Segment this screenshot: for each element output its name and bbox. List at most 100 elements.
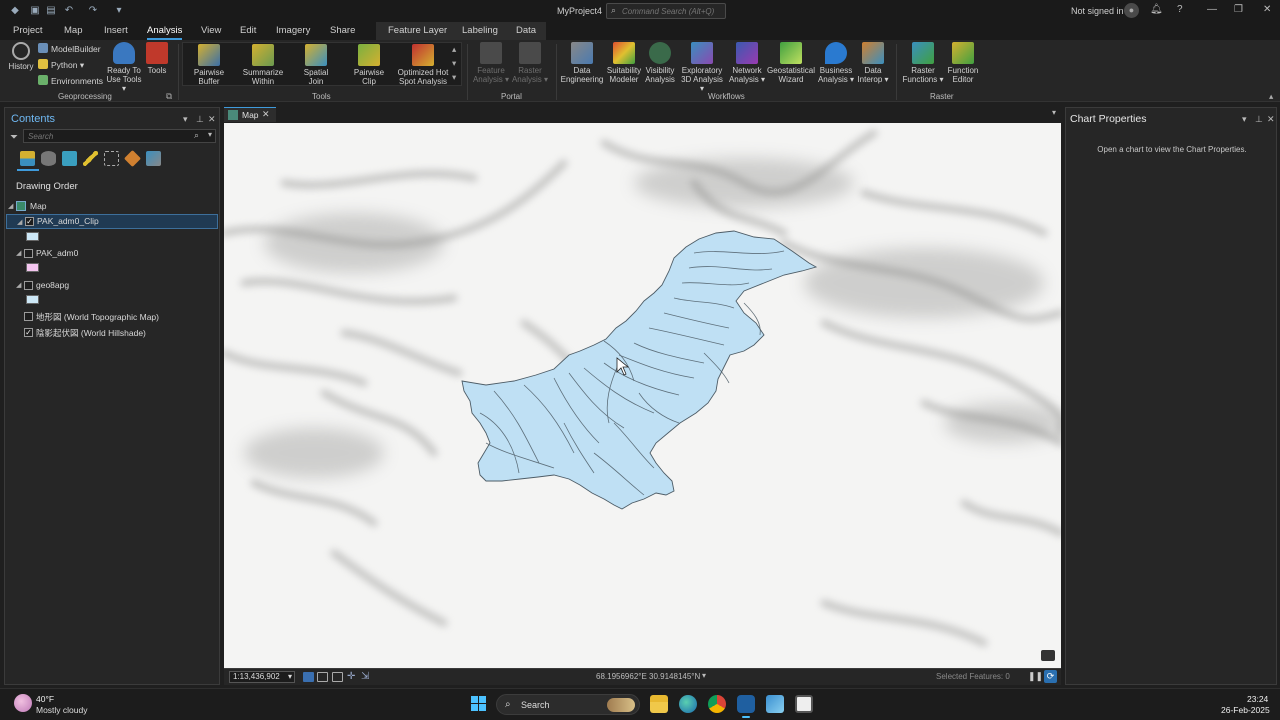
symbol-swatch[interactable]	[26, 232, 39, 241]
optimized-hot-spot-button[interactable]: Optimized Hot Spot Analysis	[396, 44, 450, 86]
scale-selector[interactable]: 1:13,436,902 ▾	[229, 671, 295, 683]
list-by-labeling-icon[interactable]	[124, 150, 141, 167]
auto-hide-icon[interactable]: ⊥	[196, 114, 204, 125]
collapse-icon[interactable]: ◢	[8, 202, 13, 210]
ready-to-use-tools-button[interactable]: Ready To Use Tools ▾	[104, 42, 144, 93]
collapse-icon[interactable]: ◢	[17, 218, 22, 226]
filter-icon[interactable]: ⏷	[10, 132, 18, 143]
python-button[interactable]: Python ▾	[38, 59, 84, 71]
tab-share[interactable]: Share	[330, 25, 355, 36]
view-options-icon[interactable]: ▾	[1052, 108, 1056, 117]
pairwise-clip-button[interactable]: Pairwise Clip	[350, 44, 388, 86]
tab-map[interactable]: Map	[64, 25, 82, 36]
list-by-editing-icon[interactable]	[83, 151, 98, 166]
spatial-join-button[interactable]: Spatial Join	[297, 44, 335, 86]
tab-labeling[interactable]: Labeling	[462, 25, 498, 36]
customize-toolbar-icon[interactable]: ▾	[112, 4, 126, 18]
close-pane-icon[interactable]: ✕	[1267, 114, 1275, 125]
layer-visibility-checkbox[interactable]	[24, 281, 33, 290]
function-editor-button[interactable]: Function Editor	[944, 42, 982, 84]
clock-date[interactable]: 26-Feb-2025	[1221, 705, 1270, 715]
gallery-scroll-down-icon[interactable]: ▾	[452, 58, 456, 69]
pairwise-buffer-button[interactable]: Pairwise Buffer	[190, 44, 228, 86]
environments-button[interactable]: Environments	[38, 75, 103, 86]
layer-visibility-checkbox[interactable]: ✓	[24, 328, 33, 337]
map-canvas[interactable]	[224, 123, 1061, 668]
visibility-analysis-button[interactable]: Visibility Analysis	[642, 42, 678, 84]
exploratory-3d-analysis-button[interactable]: Exploratory 3D Analysis ▾	[678, 42, 726, 93]
raster-functions-button[interactable]: Raster Functions ▾	[902, 42, 944, 84]
refresh-icon[interactable]: ⟳	[1044, 670, 1057, 683]
close-icon[interactable]: ✕	[1263, 4, 1271, 15]
navigation-icon[interactable]: ⇲	[361, 672, 372, 682]
tab-edit[interactable]: Edit	[240, 25, 256, 36]
list-by-perspective-imagery-icon[interactable]	[146, 151, 161, 166]
fixed-zoom-icon[interactable]	[332, 672, 343, 682]
basemap-attribution-icon[interactable]	[1041, 650, 1055, 661]
notifications-icon[interactable]: 🔔︎	[1150, 4, 1163, 15]
contents-search[interactable]: ⌕ ▾	[23, 129, 216, 143]
restore-icon[interactable]: ❐	[1234, 4, 1243, 15]
tab-map-view[interactable]: Map ✕	[224, 107, 276, 122]
geoprocessing-launcher-icon[interactable]: ⧉	[166, 91, 172, 102]
raster-analysis-button[interactable]: Raster Analysis ▾	[511, 42, 549, 84]
snapping-icon[interactable]: ✛	[347, 672, 358, 682]
coordinate-format-icon[interactable]: ▾	[702, 671, 706, 680]
grid-icon[interactable]	[317, 672, 328, 682]
auto-hide-icon[interactable]: ⊥	[1255, 114, 1263, 125]
tab-data[interactable]: Data	[516, 25, 536, 36]
weather-temperature[interactable]: 40°F	[36, 694, 54, 704]
list-by-selection-icon[interactable]	[62, 151, 77, 166]
tab-insert[interactable]: Insert	[104, 25, 128, 36]
command-search-input[interactable]	[622, 5, 722, 17]
clock-time[interactable]: 23:24	[1247, 694, 1268, 704]
gallery-expand-icon[interactable]: ▾	[452, 72, 456, 83]
edge-browser-icon[interactable]	[679, 695, 697, 713]
layer-row-pak-adm0[interactable]: ◢ PAK_adm0	[6, 246, 218, 261]
summarize-within-button[interactable]: Summarize Within	[240, 44, 286, 86]
tab-project[interactable]: Project	[13, 25, 43, 36]
user-avatar-icon[interactable]: ●	[1124, 3, 1139, 18]
layer-row-world-hillshade[interactable]: ✓ 陰影起伏図 (World Hillshade)	[6, 325, 218, 340]
chrome-browser-icon[interactable]	[708, 695, 726, 713]
collapse-icon[interactable]: ◢	[16, 281, 21, 289]
gallery-scroll-up-icon[interactable]: ▴	[452, 44, 456, 55]
network-analysis-button[interactable]: Network Analysis ▾	[728, 42, 766, 84]
layer-visibility-checkbox[interactable]	[24, 312, 33, 321]
command-search[interactable]: ⌕	[606, 3, 726, 19]
layer-row-pak-adm0-clip[interactable]: ◢ ✓ PAK_adm0_Clip	[6, 214, 218, 229]
contents-search-input[interactable]	[28, 131, 188, 142]
modelbuilder-button[interactable]: ModelBuilder	[38, 43, 101, 54]
open-project-icon[interactable]: ▤	[44, 4, 58, 18]
tab-analysis[interactable]: Analysis	[147, 25, 183, 40]
tab-view[interactable]: View	[201, 25, 221, 36]
windows-start-icon[interactable]	[471, 696, 487, 712]
symbol-swatch[interactable]	[26, 295, 39, 304]
data-engineering-button[interactable]: Data Engineering	[560, 42, 604, 84]
search-options-icon[interactable]: ▾	[208, 130, 212, 139]
data-interop-button[interactable]: Data Interop ▾	[855, 42, 891, 84]
pause-drawing-icon[interactable]: ❚❚	[1028, 671, 1043, 682]
minimize-icon[interactable]: —	[1207, 4, 1217, 15]
layer-visibility-checkbox[interactable]: ✓	[25, 217, 34, 226]
pane-options-icon[interactable]: ▾	[183, 114, 188, 125]
redo-icon[interactable]: ↷	[86, 4, 100, 18]
layer-row-geo8apg[interactable]: ◢ geo8apg	[6, 278, 218, 293]
feature-analysis-button[interactable]: Feature Analysis ▾	[472, 42, 510, 84]
close-tab-icon[interactable]: ✕	[262, 109, 270, 120]
list-by-data-source-icon[interactable]	[41, 151, 56, 166]
taskbar-search[interactable]: ⌕ Search	[496, 694, 640, 715]
business-analysis-button[interactable]: Business Analysis ▾	[817, 42, 855, 84]
suitability-modeler-button[interactable]: Suitability Modeler	[604, 42, 644, 84]
symbol-swatch[interactable]	[26, 263, 39, 272]
sign-in-status[interactable]: Not signed in	[1071, 6, 1124, 16]
list-by-snapping-icon[interactable]	[104, 151, 119, 166]
layer-row-world-topographic-map[interactable]: 地形図 (World Topographic Map)	[6, 309, 218, 324]
tools-button[interactable]: Tools	[144, 42, 170, 75]
arcgis-pro-taskbar-icon[interactable]	[737, 695, 755, 713]
layer-row-map[interactable]: ◢ Map	[6, 199, 218, 214]
geostatistical-wizard-button[interactable]: Geostatistical Wizard	[766, 42, 816, 84]
list-by-drawing-order-icon[interactable]	[20, 151, 35, 166]
file-explorer-icon[interactable]	[650, 695, 668, 713]
map-units-icon[interactable]	[303, 672, 314, 682]
